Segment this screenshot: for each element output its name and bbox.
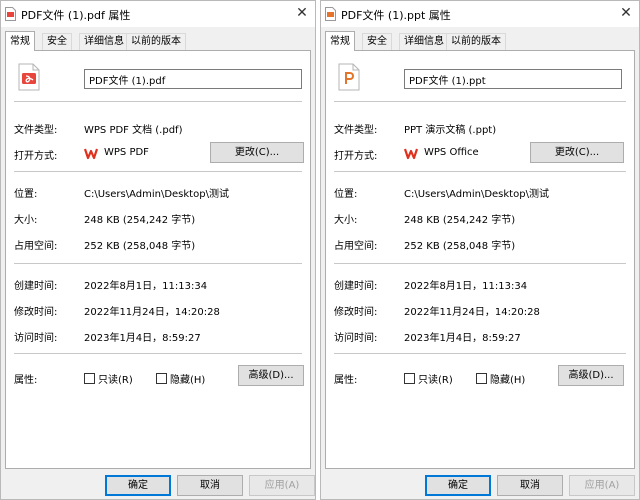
wps-logo-icon xyxy=(404,148,418,160)
apply-button[interactable]: 应用(A) xyxy=(249,475,315,496)
wps-logo-icon xyxy=(84,148,98,160)
filename-input[interactable] xyxy=(84,69,302,89)
size-on-disk-label: 占用空间: xyxy=(334,241,378,252)
created-label: 创建时间: xyxy=(334,281,378,292)
separator xyxy=(334,101,626,102)
modified-value: 2022年11月24日，14:20:28 xyxy=(404,307,540,318)
checkbox-box[interactable] xyxy=(84,373,95,384)
advanced-button[interactable]: 高级(D)... xyxy=(238,365,304,386)
tab-security[interactable]: 安全 xyxy=(42,33,72,50)
file-type-label: 文件类型: xyxy=(334,125,378,136)
tab-previous-versions[interactable]: 以前的版本 xyxy=(446,33,506,50)
accessed-value: 2023年1月4日，8:59:27 xyxy=(84,333,201,344)
readonly-checkbox[interactable]: 只读(R) xyxy=(404,371,453,386)
open-with-app: WPS PDF xyxy=(104,147,149,158)
ok-button[interactable]: 确定 xyxy=(425,475,491,496)
checkbox-box[interactable] xyxy=(404,373,415,384)
modified-label: 修改时间: xyxy=(334,307,378,318)
readonly-checkbox[interactable]: 只读(R) xyxy=(84,371,133,386)
separator xyxy=(14,171,302,172)
filename-input[interactable] xyxy=(404,69,622,89)
separator xyxy=(14,101,302,102)
title-bar[interactable]: PDF文件 (1).pdf 属性 ✕ xyxy=(1,1,315,27)
tab-details[interactable]: 详细信息 xyxy=(399,33,449,50)
apply-button[interactable]: 应用(A) xyxy=(569,475,635,496)
location-value: C:\Users\Admin\Desktop\测试 xyxy=(404,189,549,200)
checkbox-box[interactable] xyxy=(156,373,167,384)
readonly-label: 只读(R) xyxy=(418,375,453,386)
file-type-value: PPT 演示文稿 (.ppt) xyxy=(404,125,497,136)
advanced-button[interactable]: 高级(D)... xyxy=(558,365,624,386)
close-button[interactable]: ✕ xyxy=(617,4,635,22)
hidden-checkbox[interactable]: 隐藏(H) xyxy=(156,371,205,386)
ok-button[interactable]: 确定 xyxy=(105,475,171,496)
size-value: 248 KB (254,242 字节) xyxy=(84,215,196,226)
created-label: 创建时间: xyxy=(14,281,58,292)
modified-value: 2022年11月24日，14:20:28 xyxy=(84,307,220,318)
readonly-label: 只读(R) xyxy=(98,375,133,386)
size-on-disk-value: 252 KB (258,048 字节) xyxy=(84,241,196,252)
open-with-label: 打开方式: xyxy=(14,151,58,162)
attributes-label: 属性: xyxy=(334,375,358,386)
size-value: 248 KB (254,242 字节) xyxy=(404,215,516,226)
hidden-label: 隐藏(H) xyxy=(490,375,526,386)
ppt-file-icon xyxy=(338,63,360,91)
pdf-file-icon xyxy=(18,63,40,91)
modified-label: 修改时间: xyxy=(14,307,58,318)
title-bar[interactable]: PDF文件 (1).ppt 属性 ✕ xyxy=(321,1,639,27)
tab-general[interactable]: 常规 xyxy=(5,31,35,51)
attributes-label: 属性: xyxy=(14,375,38,386)
size-on-disk-value: 252 KB (258,048 字节) xyxy=(404,241,516,252)
close-button[interactable]: ✕ xyxy=(293,4,311,22)
created-value: 2022年8月1日，11:13:34 xyxy=(84,281,208,292)
window-title: PDF文件 (1).pdf 属性 xyxy=(21,9,131,22)
separator xyxy=(334,353,626,354)
file-type-value: WPS PDF 文档 (.pdf) xyxy=(84,125,183,136)
separator xyxy=(334,171,626,172)
size-label: 大小: xyxy=(334,215,358,226)
separator xyxy=(14,263,302,264)
hidden-label: 隐藏(H) xyxy=(170,375,206,386)
accessed-label: 访问时间: xyxy=(14,333,58,344)
cancel-button[interactable]: 取消 xyxy=(177,475,243,496)
tab-details[interactable]: 详细信息 xyxy=(79,33,129,50)
tab-previous-versions[interactable]: 以前的版本 xyxy=(126,33,186,50)
general-panel: 文件类型: PPT 演示文稿 (.ppt) 打开方式: WPS Office 更… xyxy=(325,50,635,469)
accessed-value: 2023年1月4日，8:59:27 xyxy=(404,333,521,344)
properties-window-ppt: PDF文件 (1).ppt 属性 ✕ 常规 安全 详细信息 以前的版本 文件类型… xyxy=(320,0,640,500)
location-label: 位置: xyxy=(14,189,38,200)
change-button[interactable]: 更改(C)... xyxy=(530,142,624,163)
separator xyxy=(14,353,302,354)
hidden-checkbox[interactable]: 隐藏(H) xyxy=(476,371,525,386)
tab-security[interactable]: 安全 xyxy=(362,33,392,50)
size-label: 大小: xyxy=(14,215,38,226)
open-with-app: WPS Office xyxy=(424,147,479,158)
location-value: C:\Users\Admin\Desktop\测试 xyxy=(84,189,229,200)
checkbox-box[interactable] xyxy=(476,373,487,384)
change-button[interactable]: 更改(C)... xyxy=(210,142,304,163)
file-type-label: 文件类型: xyxy=(14,125,58,136)
properties-window-pdf: PDF文件 (1).pdf 属性 ✕ 常规 安全 详细信息 以前的版本 文件类型… xyxy=(0,0,316,500)
cancel-button[interactable]: 取消 xyxy=(497,475,563,496)
pdf-file-icon xyxy=(5,7,16,21)
tab-general[interactable]: 常规 xyxy=(325,31,355,51)
ppt-file-icon xyxy=(325,7,336,21)
created-value: 2022年8月1日，11:13:34 xyxy=(404,281,528,292)
location-label: 位置: xyxy=(334,189,358,200)
general-panel: 文件类型: WPS PDF 文档 (.pdf) 打开方式: WPS PDF 更改… xyxy=(5,50,311,469)
separator xyxy=(334,263,626,264)
window-title: PDF文件 (1).ppt 属性 xyxy=(341,9,451,22)
size-on-disk-label: 占用空间: xyxy=(14,241,58,252)
open-with-label: 打开方式: xyxy=(334,151,378,162)
accessed-label: 访问时间: xyxy=(334,333,378,344)
